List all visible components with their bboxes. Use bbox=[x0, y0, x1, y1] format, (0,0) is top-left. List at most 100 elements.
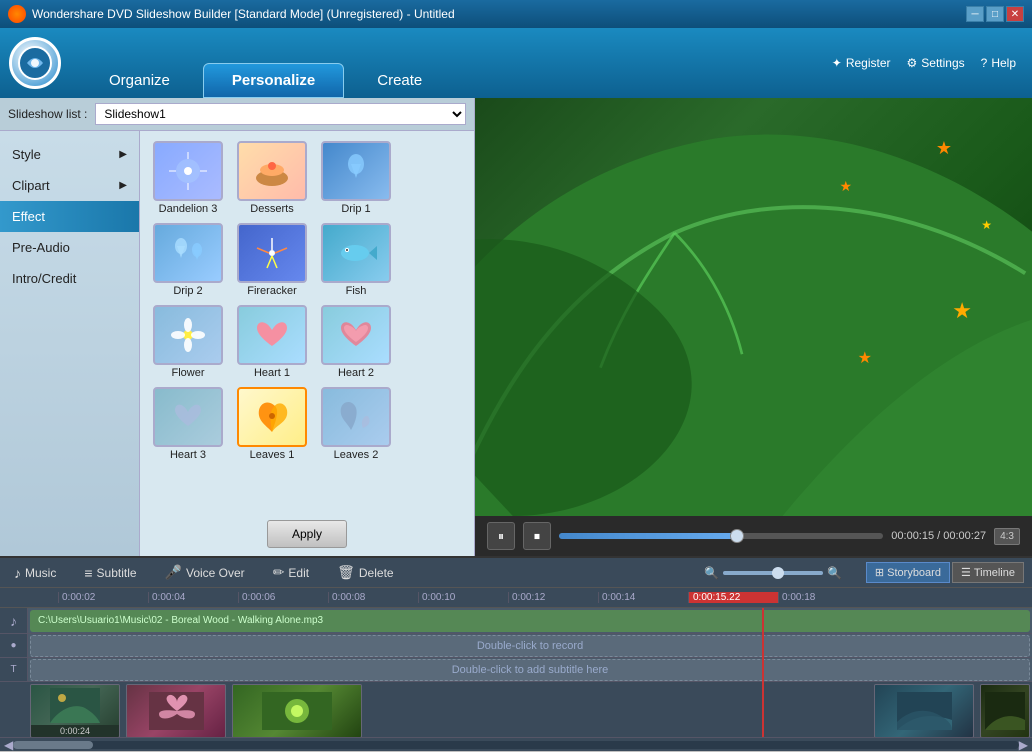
delete-icon: 🗑 bbox=[337, 564, 355, 581]
close-button[interactable]: ✕ bbox=[1006, 6, 1024, 22]
scrollbar-thumb bbox=[13, 741, 93, 749]
effect-flower[interactable]: Flower bbox=[148, 303, 228, 381]
effect-heart2[interactable]: Heart 2 bbox=[316, 303, 396, 381]
settings-button[interactable]: ⚙ Settings bbox=[907, 56, 965, 70]
maximize-button[interactable]: □ bbox=[986, 6, 1004, 22]
record-track-content: Double-click to record bbox=[28, 634, 1032, 657]
sidebar-item-intro-credit[interactable]: Intro/Credit bbox=[0, 263, 139, 294]
sidebar: Style ▶ Clipart ▶ Effect Pre-Audio Intro… bbox=[0, 131, 140, 556]
effect-thumb-heart3 bbox=[153, 387, 223, 447]
subtitle-track-row: T Double-click to add subtitle here bbox=[0, 658, 1032, 682]
effect-fish[interactable]: Fish bbox=[316, 221, 396, 299]
effects-scroll[interactable]: Dandelion 3 Desserts Dri bbox=[144, 135, 470, 516]
zoom-out-icon[interactable]: 🔍 bbox=[704, 566, 719, 580]
zoom-thumb bbox=[772, 567, 784, 579]
effect-dandelion3[interactable]: Dandelion 3 bbox=[148, 139, 228, 217]
effect-heart1[interactable]: Heart 1 bbox=[232, 303, 312, 381]
subtitle-tool[interactable]: ≡ Subtitle bbox=[78, 562, 142, 584]
voiceover-tool[interactable]: 🎤 Voice Over bbox=[159, 561, 251, 584]
effect-desserts[interactable]: Desserts bbox=[232, 139, 312, 217]
effect-label-heart2: Heart 2 bbox=[338, 367, 374, 379]
ruler-mark-8: 0:00:15.22 bbox=[688, 592, 778, 603]
preview-video: ★ ★ ★ ★ ★ bbox=[475, 98, 1032, 516]
effect-leaves2[interactable]: Leaves 2 bbox=[316, 385, 396, 463]
edit-tool[interactable]: ✏ Edit bbox=[267, 561, 315, 584]
pause-button[interactable]: ⏸ bbox=[487, 522, 515, 550]
horizontal-scrollbar[interactable] bbox=[13, 741, 1019, 749]
stop-button[interactable]: ⏹ bbox=[523, 522, 551, 550]
slideshow-header: Slideshow list : Slideshow1 bbox=[0, 98, 474, 131]
timeline-ruler: 0:00:02 0:00:04 0:00:06 0:00:08 0:00:10 … bbox=[0, 588, 1032, 608]
photo-thumb-1-label: 0:00:24 bbox=[31, 725, 119, 737]
minimize-button[interactable]: ─ bbox=[966, 6, 984, 22]
sidebar-item-effect[interactable]: Effect bbox=[0, 201, 139, 232]
music-tool[interactable]: ♪ Music bbox=[8, 562, 62, 584]
scroll-right-button[interactable]: ▶ bbox=[1019, 738, 1028, 752]
tab-create[interactable]: Create bbox=[348, 63, 451, 98]
register-button[interactable]: ✦ Register bbox=[832, 56, 891, 70]
ruler-mark-4: 0:00:08 bbox=[328, 592, 418, 603]
photo-thumb-4[interactable] bbox=[874, 684, 974, 737]
preview-controls: ⏸ ⏹ 00:00:15 / 00:00:27 4:3 bbox=[475, 516, 1032, 556]
zoom-slider[interactable] bbox=[723, 571, 823, 575]
effect-thumb-heart2 bbox=[321, 305, 391, 365]
zoom-in-icon[interactable]: 🔍 bbox=[827, 566, 842, 580]
effect-label-heart3: Heart 3 bbox=[170, 449, 206, 461]
effect-thumb-leaves2 bbox=[321, 387, 391, 447]
music-track-row: ♪ C:\Users\Usuario1\Music\02 - Boreal Wo… bbox=[0, 608, 1032, 634]
storyboard-icon: ⊞ bbox=[875, 566, 884, 579]
photo-thumb-2[interactable] bbox=[126, 684, 226, 737]
record-track-icon: ● bbox=[0, 634, 28, 657]
effect-leaves1[interactable]: Leaves 1 bbox=[232, 385, 312, 463]
sidebar-item-clipart[interactable]: Clipart ▶ bbox=[0, 170, 139, 201]
effect-drip2[interactable]: Drip 2 bbox=[148, 221, 228, 299]
photo-thumb-1[interactable]: 0:00:24 bbox=[30, 684, 120, 737]
photo-thumb-3[interactable] bbox=[232, 684, 362, 737]
timeline-tracks: ♪ C:\Users\Usuario1\Music\02 - Boreal Wo… bbox=[0, 608, 1032, 737]
ruler-mark-9: 0:00:18 bbox=[778, 592, 868, 603]
sidebar-item-pre-audio[interactable]: Pre-Audio bbox=[0, 232, 139, 263]
effect-thumb-dandelion3 bbox=[153, 141, 223, 201]
effect-heart3[interactable]: Heart 3 bbox=[148, 385, 228, 463]
subtitle-track-content: Double-click to add subtitle here bbox=[28, 658, 1032, 681]
video-background: ★ ★ ★ ★ ★ bbox=[475, 98, 1032, 516]
timeline-view-button[interactable]: ☰ Timeline bbox=[952, 562, 1024, 583]
tab-personalize[interactable]: Personalize bbox=[203, 63, 344, 98]
tab-organize[interactable]: Organize bbox=[80, 63, 199, 98]
effect-drip1[interactable]: Drip 1 bbox=[316, 139, 396, 217]
music-track-icon: ♪ bbox=[0, 608, 28, 633]
ruler-mark-2: 0:00:04 bbox=[148, 592, 238, 603]
title-left: Wondershare DVD Slideshow Builder [Stand… bbox=[8, 5, 455, 23]
effects-grid: Dandelion 3 Desserts Dri bbox=[144, 135, 470, 467]
record-track-bar[interactable]: Double-click to record bbox=[30, 635, 1030, 657]
subtitle-track-bar[interactable]: Double-click to add subtitle here bbox=[30, 659, 1030, 681]
apply-button[interactable]: Apply bbox=[267, 520, 347, 548]
effect-label-dandelion3: Dandelion 3 bbox=[159, 203, 218, 215]
subtitle-track-icon: T bbox=[0, 658, 28, 681]
app-logo bbox=[9, 37, 61, 89]
effect-label-fish: Fish bbox=[346, 285, 367, 297]
window-title: Wondershare DVD Slideshow Builder [Stand… bbox=[32, 7, 455, 21]
music-track-bar[interactable]: C:\Users\Usuario1\Music\02 - Boreal Wood… bbox=[30, 610, 1030, 632]
view-buttons: ⊞ Storyboard ☰ Timeline bbox=[866, 562, 1024, 583]
scroll-left-button[interactable]: ◀ bbox=[4, 738, 13, 752]
effect-thumb-fish bbox=[321, 223, 391, 283]
top-right-buttons: ✦ Register ⚙ Settings ? Help bbox=[832, 28, 1032, 98]
subtitle-icon: ≡ bbox=[84, 565, 92, 581]
ruler-mark-7: 0:00:14 bbox=[598, 592, 688, 603]
help-button[interactable]: ? Help bbox=[981, 56, 1016, 70]
photo-thumb-5[interactable] bbox=[980, 684, 1030, 737]
effect-firecracker[interactable]: Fireracker bbox=[232, 221, 312, 299]
delete-tool[interactable]: 🗑 Delete bbox=[331, 561, 399, 584]
sidebar-item-style[interactable]: Style ▶ bbox=[0, 139, 139, 170]
effect-label-drip2: Drip 2 bbox=[173, 285, 202, 297]
storyboard-view-button[interactable]: ⊞ Storyboard bbox=[866, 562, 950, 583]
sparkle-icon-2: ★ bbox=[839, 178, 852, 195]
effect-label-desserts: Desserts bbox=[250, 203, 293, 215]
slideshow-select[interactable]: Slideshow1 bbox=[95, 103, 466, 125]
effect-thumb-leaves1 bbox=[237, 387, 307, 447]
progress-thumb bbox=[730, 529, 744, 543]
preview-progress-bar[interactable] bbox=[559, 533, 883, 539]
effect-label-leaves1: Leaves 1 bbox=[250, 449, 295, 461]
record-track-label: Double-click to record bbox=[477, 640, 583, 652]
